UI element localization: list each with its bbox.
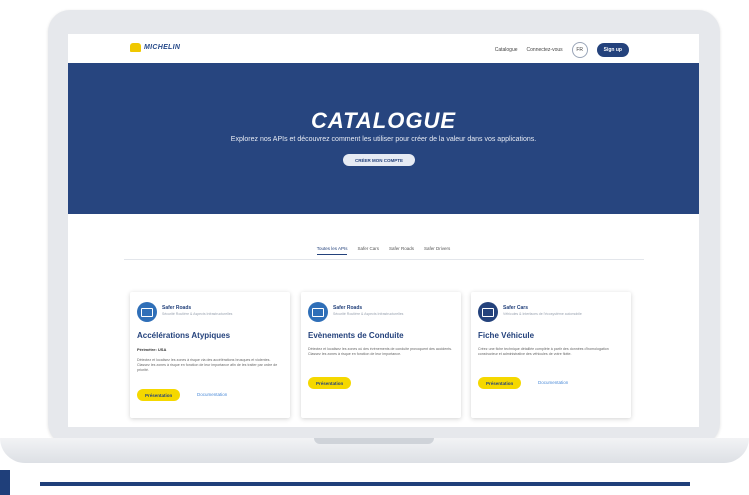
card-category: Safer Cars bbox=[503, 305, 529, 311]
presentation-button[interactable]: Présentation bbox=[478, 377, 522, 389]
card-title: Accélérations Atypiques bbox=[137, 331, 231, 340]
logo-text: MICHELIN bbox=[144, 44, 181, 51]
documentation-link[interactable]: Documentation bbox=[197, 392, 227, 397]
card-title: Evènements de Conduite bbox=[308, 331, 404, 340]
category-tabs: Toutes les APIs Safer Cars Safer Roads S… bbox=[68, 246, 699, 255]
documentation-link[interactable]: Documentation bbox=[538, 380, 568, 385]
tab-safer-cars[interactable]: Safer Cars bbox=[357, 246, 379, 255]
card-category: Safer Roads bbox=[333, 305, 363, 311]
card-category: Safer Roads bbox=[162, 305, 192, 311]
car-screen-icon bbox=[478, 302, 498, 322]
presentation-button[interactable]: Présentation bbox=[308, 377, 352, 389]
api-card: Safer Cars Véhicules & Interfaces de l'é… bbox=[471, 292, 631, 418]
tabs-divider bbox=[124, 259, 644, 260]
page-title: CATALOGUE bbox=[310, 108, 457, 133]
top-nav: Catalogue Connectez-vous FR Sign up bbox=[495, 42, 629, 58]
michelin-man-icon bbox=[130, 43, 141, 52]
card-title: Fiche Véhicule bbox=[478, 331, 535, 340]
road-screen-icon bbox=[137, 302, 157, 322]
bottom-band bbox=[40, 482, 690, 486]
nav-catalogue[interactable]: Catalogue bbox=[495, 47, 518, 53]
card-category-sub: Sécurité Routière & Aspects Infrastructu… bbox=[333, 312, 404, 316]
api-card: Safer Roads Sécurité Routière & Aspects … bbox=[130, 292, 290, 418]
api-card: Safer Roads Sécurité Routière & Aspects … bbox=[301, 292, 461, 418]
card-description: Détectez et localisez les zones où des é… bbox=[308, 347, 453, 356]
hero-subtitle: Explorez nos APIs et découvrez comment l… bbox=[230, 136, 537, 143]
road-screen-icon bbox=[308, 302, 328, 322]
presentation-button[interactable]: Présentation bbox=[137, 389, 181, 401]
card-description: Détectez et localisez les zones à risque… bbox=[137, 358, 278, 372]
hero-banner: CATALOGUE Explorez nos APIs et découvrez… bbox=[68, 63, 699, 214]
signup-button[interactable]: Sign up bbox=[596, 43, 629, 57]
language-switch[interactable]: FR bbox=[571, 42, 588, 58]
card-category-sub: Véhicules & Interfaces de l'écosystème a… bbox=[503, 312, 582, 316]
tab-all-apis[interactable]: Toutes les APIs bbox=[316, 246, 348, 255]
site-header: MICHELIN Catalogue Connectez-vous FR Sig… bbox=[68, 34, 699, 63]
bottom-edge bbox=[0, 470, 10, 495]
laptop-notch bbox=[314, 438, 434, 444]
brand-logo[interactable]: MICHELIN bbox=[130, 43, 180, 52]
tab-safer-drivers[interactable]: Safer Drivers bbox=[424, 246, 450, 255]
tab-safer-roads[interactable]: Safer Roads bbox=[389, 246, 414, 255]
laptop-screen: MICHELIN Catalogue Connectez-vous FR Sig… bbox=[68, 34, 699, 427]
card-meta: Périmètre: USA bbox=[137, 347, 167, 352]
card-description: Créez une fiche technique détaillée comp… bbox=[478, 347, 609, 356]
nav-login[interactable]: Connectez-vous bbox=[527, 47, 563, 53]
card-category-sub: Sécurité Routière & Aspects Infrastructu… bbox=[162, 312, 233, 316]
create-account-button[interactable]: CRÉER MON COMPTE bbox=[343, 154, 415, 166]
